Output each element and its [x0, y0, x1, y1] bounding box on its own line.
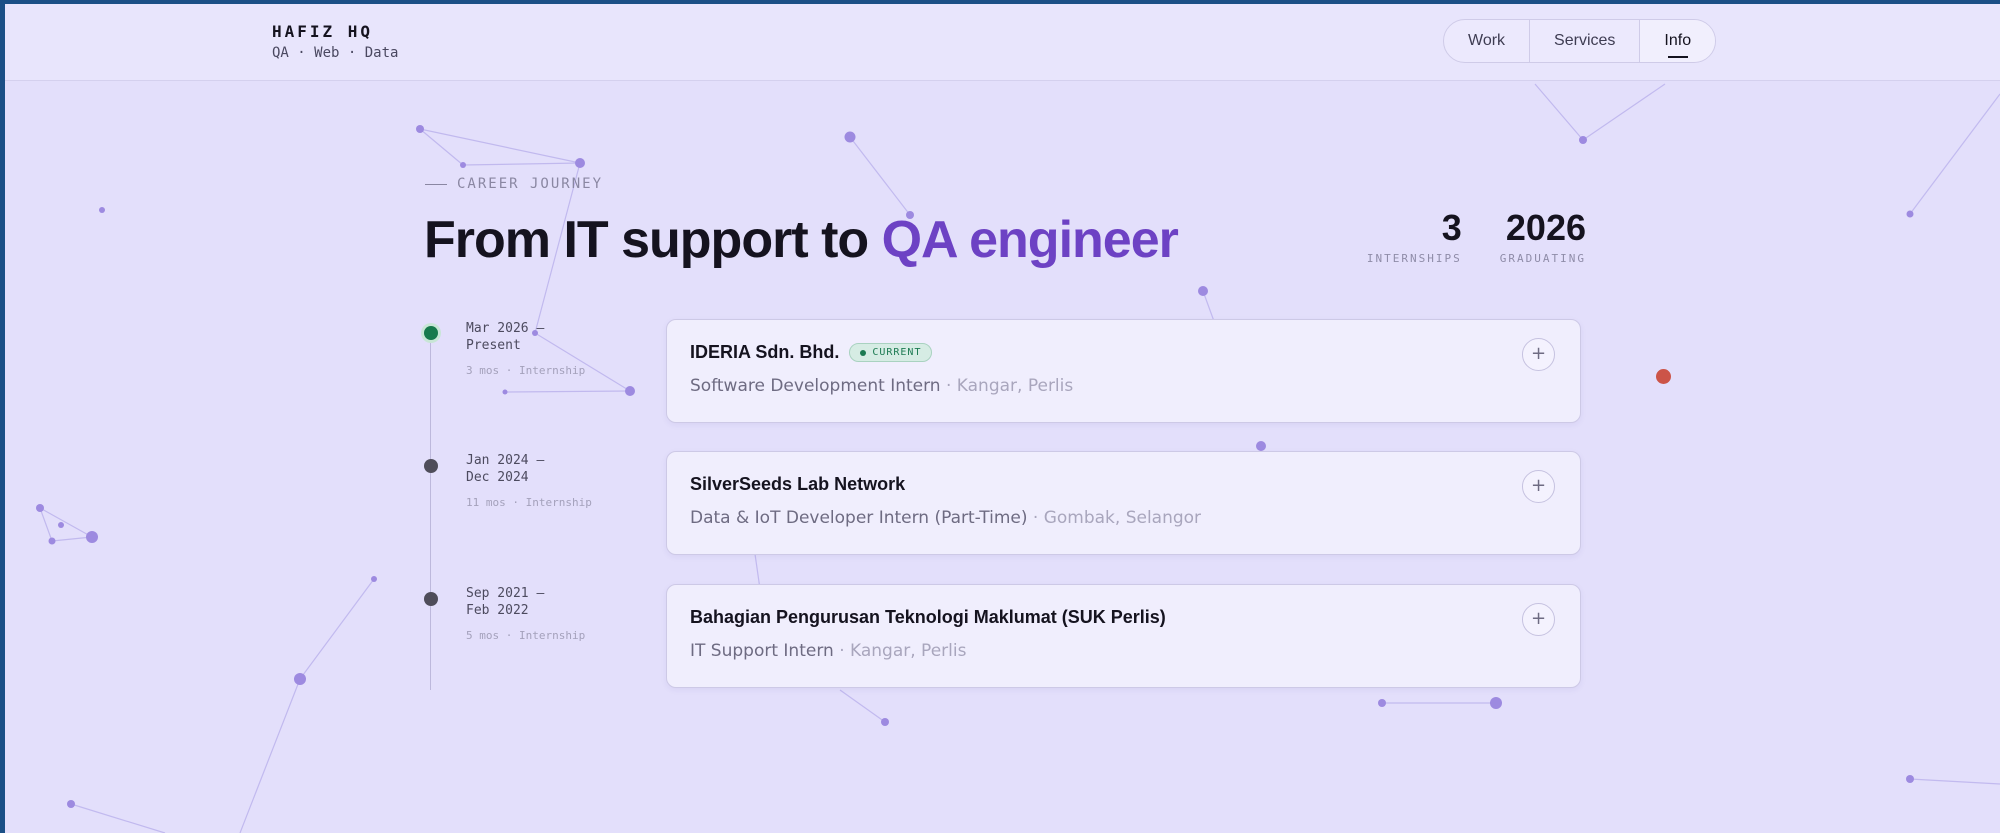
section-eyebrow: CAREER JOURNEY [425, 176, 603, 192]
card-subtitle: Data & IoT Developer Intern (Part-Time) … [690, 508, 1201, 528]
timeline-dot [424, 459, 438, 473]
company-name: IDERIA Sdn. Bhd. [690, 342, 840, 362]
title-accent: QA engineer [881, 211, 1179, 269]
card-title: IDERIA Sdn. Bhd. CURRENT [690, 342, 933, 363]
stat-graduating: 2026 GRADUATING [1499, 207, 1586, 266]
card-subtitle: IT Support Intern · Kangar, Perlis [690, 641, 966, 661]
timeline-date: Jan 2024 — Dec 2024 11 mos · Internship [466, 452, 592, 511]
date-start: Sep 2021 — [466, 586, 545, 601]
site-header: HAFIZ HQ QA · Web · Data Work Services I… [5, 4, 2000, 81]
eyebrow-rule [425, 183, 447, 185]
eyebrow-label: CAREER JOURNEY [457, 176, 604, 192]
plus-icon: + [1530, 608, 1547, 629]
tab-info[interactable]: Info [1639, 20, 1716, 62]
plus-icon: + [1530, 343, 1547, 364]
card-title: Bahagian Pengurusan Teknologi Maklumat (… [690, 607, 1166, 628]
status-dot-red [1656, 369, 1671, 384]
date-meta: 3 mos · Internship [466, 364, 586, 377]
timeline-dot-current [424, 326, 438, 340]
timeline-date: Sep 2021 — Feb 2022 5 mos · Internship [466, 585, 585, 644]
experience-card[interactable]: Bahagian Pengurusan Teknologi Maklumat (… [666, 584, 1581, 688]
location: · Kangar, Perlis [839, 641, 967, 661]
status-dot-icon [860, 349, 867, 356]
expand-button[interactable]: + [1522, 470, 1555, 503]
stat-value: 2026 [1505, 207, 1586, 248]
date-end: Dec 2024 [466, 470, 529, 485]
stats: 3 INTERNSHIPS 2026 GRADUATING [1366, 207, 1586, 266]
card-subtitle: Software Development Intern · Kangar, Pe… [690, 376, 1073, 396]
date-meta: 5 mos · Internship [466, 629, 586, 642]
status-badge: CURRENT [849, 343, 933, 362]
experience-card[interactable]: SilverSeeds Lab Network Data & IoT Devel… [666, 451, 1581, 555]
stat-value: 3 [1441, 207, 1462, 248]
company-name: SilverSeeds Lab Network [690, 474, 906, 494]
experience-card[interactable]: IDERIA Sdn. Bhd. CURRENT Software Develo… [666, 319, 1581, 423]
plus-icon: + [1530, 475, 1547, 496]
date-end: Feb 2022 [466, 603, 529, 618]
role-title: IT Support Intern [690, 641, 834, 661]
role-title: Software Development Intern [690, 376, 941, 396]
page-title: From IT support to QA engineer [424, 210, 1179, 270]
date-end: Present [466, 338, 521, 353]
timeline-date: Mar 2026 — Present 3 mos · Internship [466, 320, 585, 379]
stat-label: GRADUATING [1499, 252, 1586, 265]
date-start: Mar 2026 — [466, 321, 545, 336]
location: · Kangar, Perlis [945, 376, 1074, 396]
tab-work[interactable]: Work [1444, 20, 1529, 62]
company-name: Bahagian Pengurusan Teknologi Maklumat (… [690, 607, 1166, 627]
main-nav: Work Services Info [1443, 19, 1717, 63]
tab-services[interactable]: Services [1529, 20, 1639, 62]
location: · Gombak, Selangor [1032, 508, 1202, 528]
date-meta: 11 mos · Internship [466, 496, 592, 509]
brand-subtitle: QA · Web · Data [272, 45, 399, 61]
timeline-rail [430, 334, 431, 690]
card-title: SilverSeeds Lab Network [690, 474, 905, 495]
timeline-dot [424, 592, 438, 606]
stat-label: INTERNSHIPS [1366, 252, 1462, 265]
stat-internships: 3 INTERNSHIPS [1366, 207, 1462, 266]
role-title: Data & IoT Developer Intern (Part-Time) [690, 508, 1028, 528]
badge-label: CURRENT [872, 347, 922, 358]
expand-button[interactable]: + [1522, 338, 1555, 371]
title-plain: From IT support to [424, 211, 882, 269]
page: HAFIZ HQ QA · Web · Data Work Services I… [5, 4, 2000, 833]
date-start: Jan 2024 — [466, 453, 545, 468]
brand[interactable]: HAFIZ HQ QA · Web · Data [272, 22, 398, 61]
expand-button[interactable]: + [1522, 603, 1555, 636]
brand-title: HAFIZ HQ [272, 22, 374, 41]
